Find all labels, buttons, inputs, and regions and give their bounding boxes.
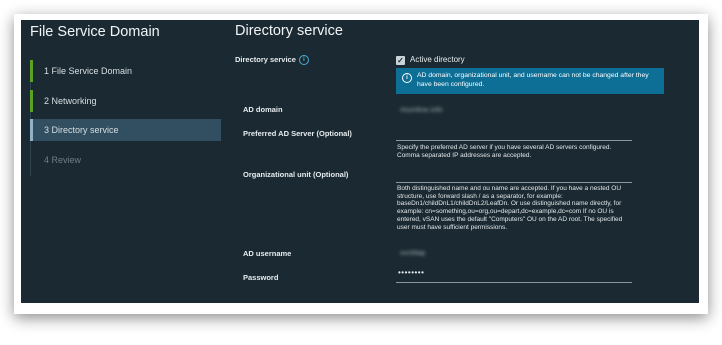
alert-text: AD domain, organizational unit, and user… xyxy=(417,72,649,88)
page-title: Directory service xyxy=(235,23,343,39)
step-directory-service[interactable]: 3 Directory service xyxy=(30,119,221,141)
ad-domain-value: rtsonline.info xyxy=(400,105,443,114)
step-label: 2 Networking xyxy=(44,95,97,106)
wizard-dialog: File Service Domain 1 File Service Domai… xyxy=(21,20,699,303)
preferred-ad-server-input[interactable] xyxy=(396,140,632,141)
content-pane: Directory service Directory service i ✓ A… xyxy=(233,20,699,303)
organizational-unit-input[interactable] xyxy=(396,182,632,183)
organizational-unit-help: Both distinguished name and ou name are … xyxy=(397,185,623,231)
directory-service-label: Directory service i xyxy=(235,55,309,66)
step-complete-indicator xyxy=(30,89,33,112)
step-complete-indicator xyxy=(30,60,33,82)
preferred-ad-server-label: Preferred AD Server (Optional) xyxy=(243,129,352,138)
wizard-sidebar: File Service Domain 1 File Service Domai… xyxy=(21,20,233,303)
info-circle-icon: i xyxy=(402,73,412,83)
password-field-value[interactable]: •••••••• xyxy=(398,268,424,277)
active-directory-label[interactable]: Active directory xyxy=(410,55,465,64)
ad-username-value: svcldap xyxy=(400,248,426,257)
ad-username-label: AD username xyxy=(243,249,292,258)
step-label: 4 Review xyxy=(44,154,82,165)
active-directory-checkbox[interactable]: ✓ xyxy=(396,56,405,65)
ad-domain-label: AD domain xyxy=(243,105,283,114)
step-file-service-domain[interactable]: 1 File Service Domain xyxy=(30,60,221,82)
wizard-title: File Service Domain xyxy=(30,24,160,40)
step-review: 4 Review xyxy=(30,148,221,171)
step-label: 1 File Service Domain xyxy=(44,66,133,76)
step-label: 3 Directory service xyxy=(44,125,119,135)
wizard-steps: 1 File Service Domain 2 Networking 3 Dir… xyxy=(30,60,221,178)
preferred-ad-server-help: Specify the preferred AD server if you h… xyxy=(397,144,612,159)
info-alert: i AD domain, organizational unit, and us… xyxy=(396,68,664,94)
organizational-unit-label: Organizational unit (Optional) xyxy=(243,170,349,179)
step-networking[interactable]: 2 Networking xyxy=(30,89,221,112)
step-indicator xyxy=(30,148,31,171)
password-input[interactable] xyxy=(396,282,632,283)
step-active-indicator xyxy=(30,119,33,141)
info-icon[interactable]: i xyxy=(298,55,309,66)
password-label: Password xyxy=(243,273,279,282)
